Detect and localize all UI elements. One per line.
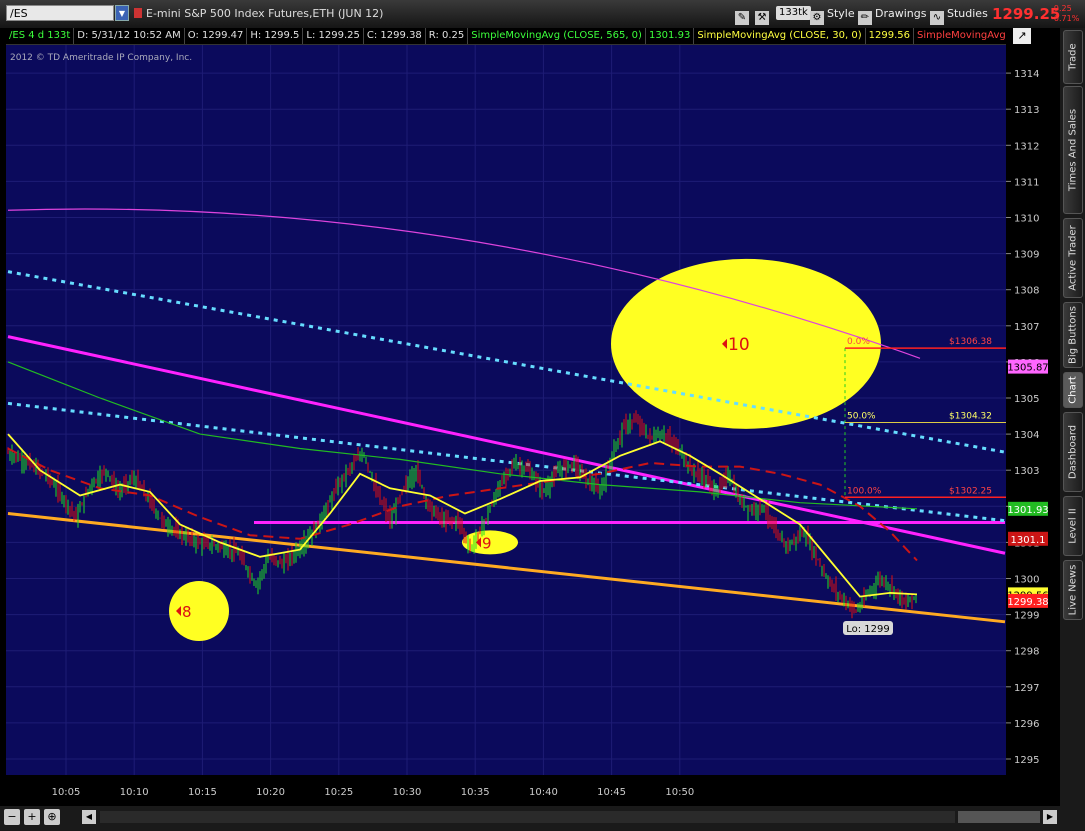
zoom-in-icon[interactable]: + xyxy=(24,809,40,825)
y-tick-label: 1305 xyxy=(1014,394,1039,405)
period-label: /ES 4 d 133t xyxy=(6,28,75,44)
bottom-toolbar: − + ⊕ ◀ ▶ xyxy=(0,806,1085,831)
zoom-out-icon[interactable]: − xyxy=(4,809,20,825)
x-tick-label: 10:40 xyxy=(529,787,558,798)
x-tick-label: 10:25 xyxy=(324,787,353,798)
side-tab-bar: Trade Times And Sales Active Trader Big But… xyxy=(1060,28,1085,808)
side-tab-label: Live News xyxy=(1067,564,1079,616)
fib-level-label: 100.0% xyxy=(847,486,882,496)
side-tab-live-news[interactable]: Live News xyxy=(1063,560,1083,620)
time-axis xyxy=(6,775,1006,806)
price-axis-badge-label: 1299.38 xyxy=(1007,597,1048,608)
side-tab-label: Level II xyxy=(1067,508,1079,544)
bar-date: D: 5/31/12 10:52 AM xyxy=(74,28,185,44)
fib-price-label: $1304.32 xyxy=(949,412,992,422)
price-axis-badge-label: 1301.93 xyxy=(1007,505,1048,516)
y-tick-label: 1300 xyxy=(1014,575,1039,586)
side-tab-level-ii[interactable]: Level II xyxy=(1063,496,1083,556)
x-tick-label: 10:45 xyxy=(597,787,626,798)
sma1-label[interactable]: SimpleMovingAvg (CLOSE, 565, 0) xyxy=(468,28,646,44)
x-tick-label: 10:30 xyxy=(393,787,422,798)
side-tab-dashboard[interactable]: Dashboard xyxy=(1063,412,1083,492)
y-tick-label: 1311 xyxy=(1014,177,1039,188)
fib-level-label: 0.0% xyxy=(847,337,870,347)
low-value: L: 1299.25 xyxy=(303,28,364,44)
fib-price-label: $1302.25 xyxy=(949,486,992,496)
side-tab-label: Times And Sales xyxy=(1067,108,1079,192)
fib-price-label: $1306.38 xyxy=(949,337,992,347)
close-value: C: 1299.38 xyxy=(364,28,426,44)
annotation-label-10: 10 xyxy=(728,335,750,355)
y-tick-label: 1310 xyxy=(1014,214,1039,225)
copyright-text: 2012 © TD Ameritrade IP Company, Inc. xyxy=(10,53,192,63)
side-tab-label: Dashboard xyxy=(1067,424,1079,480)
x-tick-label: 10:05 xyxy=(52,787,81,798)
price-chart[interactable]: 1295129612971298129913001301130213031304… xyxy=(0,0,1085,831)
open-value: O: 1299.47 xyxy=(185,28,248,44)
left-border xyxy=(0,45,6,806)
y-tick-label: 1308 xyxy=(1014,286,1039,297)
side-tab-trade[interactable]: Trade xyxy=(1063,30,1083,84)
side-tab-label: Chart xyxy=(1067,376,1079,404)
y-tick-label: 1299 xyxy=(1014,611,1039,622)
horizontal-scrollbar[interactable] xyxy=(100,811,955,823)
side-tab-chart[interactable]: Chart xyxy=(1063,372,1083,408)
y-tick-label: 1295 xyxy=(1014,755,1039,766)
sma2-label[interactable]: SimpleMovingAvg (CLOSE, 30, 0) xyxy=(694,28,866,44)
y-tick-label: 1297 xyxy=(1014,683,1039,694)
side-tab-label: Big Buttons xyxy=(1067,306,1079,364)
x-tick-label: 10:10 xyxy=(120,787,149,798)
sma2-value: 1299.56 xyxy=(866,28,914,44)
sma1-value: 1301.93 xyxy=(646,28,695,44)
x-tick-label: 10:50 xyxy=(665,787,694,798)
y-tick-label: 1303 xyxy=(1014,466,1039,477)
range-value: R: 0.25 xyxy=(426,28,469,44)
chart-plot-area[interactable] xyxy=(6,45,1006,803)
y-tick-label: 1314 xyxy=(1014,69,1039,80)
y-tick-label: 1313 xyxy=(1014,105,1039,116)
low-label: Lo: 1299 xyxy=(846,624,890,635)
y-tick-label: 1307 xyxy=(1014,322,1039,333)
high-value: H: 1299.5 xyxy=(247,28,304,44)
scroll-right-icon[interactable]: ▶ xyxy=(1043,810,1057,824)
scrollbar-thumb[interactable] xyxy=(958,811,1040,823)
y-tick-label: 1296 xyxy=(1014,719,1039,730)
study-info-bar: /ES 4 d 133t D: 5/31/12 10:52 AM O: 1299.4… xyxy=(6,28,1006,45)
chart-settings-icon[interactable]: ↗ xyxy=(1013,28,1031,44)
side-tab-active-trader[interactable]: Active Trader xyxy=(1063,218,1083,298)
x-tick-label: 10:35 xyxy=(461,787,490,798)
annotation-label-9: 9 xyxy=(482,534,492,552)
annotation-label-8: 8 xyxy=(182,603,192,621)
y-tick-label: 1304 xyxy=(1014,430,1039,441)
fib-level-label: 50.0% xyxy=(847,412,876,422)
x-tick-label: 10:15 xyxy=(188,787,217,798)
price-axis-badge-label: 1301.1 xyxy=(1011,535,1046,546)
y-tick-label: 1298 xyxy=(1014,647,1039,658)
side-tab-big-buttons[interactable]: Big Buttons xyxy=(1063,302,1083,368)
y-tick-label: 1309 xyxy=(1014,250,1039,261)
side-tab-times-and-sales[interactable]: Times And Sales xyxy=(1063,86,1083,214)
sma3-label[interactable]: SimpleMovingAvg (C... xyxy=(914,28,1006,44)
scroll-left-icon[interactable]: ◀ xyxy=(82,810,96,824)
price-axis-badge-label: 1305.87 xyxy=(1007,363,1048,374)
y-tick-label: 1312 xyxy=(1014,141,1039,152)
x-tick-label: 10:20 xyxy=(256,787,285,798)
zoom-fit-icon[interactable]: ⊕ xyxy=(44,809,60,825)
side-tab-label: Active Trader xyxy=(1067,225,1079,291)
side-tab-label: Trade xyxy=(1067,43,1079,71)
